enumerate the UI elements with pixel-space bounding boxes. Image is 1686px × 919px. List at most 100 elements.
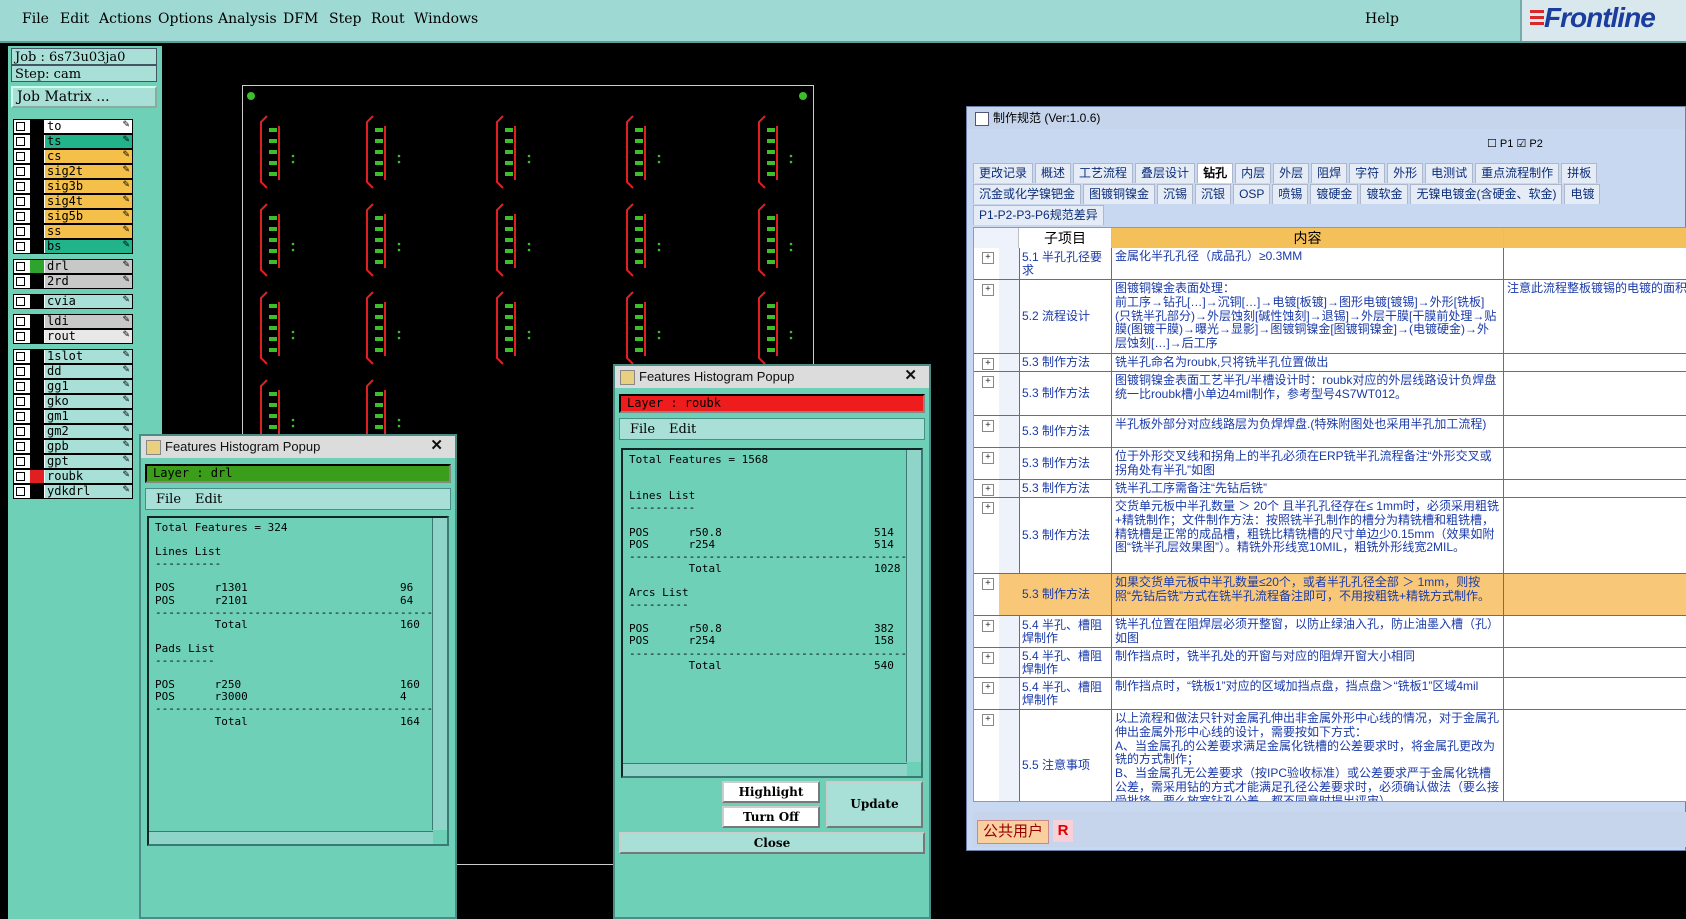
layer-checkbox[interactable] bbox=[16, 152, 25, 161]
layer-checkbox[interactable] bbox=[16, 277, 25, 286]
expand-icon[interactable]: + bbox=[982, 620, 994, 632]
layer-checkbox[interactable] bbox=[16, 242, 25, 251]
tab-tabs1-5[interactable]: 内层 bbox=[1235, 163, 1272, 183]
tab-tabs1-3[interactable]: 叠层设计 bbox=[1135, 163, 1196, 183]
layer-row-sig5b[interactable]: sig5b ✎ bbox=[13, 209, 133, 224]
close-icon[interactable]: ✕ bbox=[904, 366, 917, 384]
layer-row-ydkdrl[interactable]: ydkdrl ✎ bbox=[13, 484, 133, 499]
tab-tabs1-12[interactable]: 拼板 bbox=[1561, 163, 1598, 183]
layer-checkbox[interactable] bbox=[16, 137, 25, 146]
close-icon[interactable]: ✕ bbox=[430, 436, 443, 454]
layer-row-sig4t[interactable]: sig4t ✎ bbox=[13, 194, 133, 209]
menu-file[interactable]: File bbox=[630, 422, 655, 437]
expand-icon[interactable]: + bbox=[982, 578, 994, 590]
tab-tabs1-9[interactable]: 外形 bbox=[1387, 163, 1424, 183]
layer-row-gpt[interactable]: gpt ✎ bbox=[13, 454, 133, 469]
menu-dfm[interactable]: DFM bbox=[283, 11, 318, 27]
layer-row-1slot[interactable]: 1slot ✎ bbox=[13, 349, 133, 364]
layer-row-gm2[interactable]: gm2 ✎ bbox=[13, 424, 133, 439]
layer-row-gpb[interactable]: gpb ✎ bbox=[13, 439, 133, 454]
menu-edit[interactable]: Edit bbox=[669, 422, 696, 437]
layer-checkbox[interactable] bbox=[16, 397, 25, 406]
tab-tabs2-3[interactable]: 沉银 bbox=[1195, 184, 1232, 204]
layer-row-gm1[interactable]: gm1 ✎ bbox=[13, 409, 133, 424]
layer-row-gko[interactable]: gko ✎ bbox=[13, 394, 133, 409]
tab-tabs2-5[interactable]: 喷锡 bbox=[1272, 184, 1309, 204]
update-button[interactable]: Update bbox=[826, 781, 923, 828]
layer-checkbox[interactable] bbox=[16, 297, 25, 306]
menu-step[interactable]: Step bbox=[329, 11, 361, 27]
table-row[interactable]: +5.3 制作方法 半孔板外部分对应线路层为负焊焊盘.(特殊附图处也采用半孔加工流… bbox=[974, 416, 1686, 448]
tab-tabs1-6[interactable]: 外层 bbox=[1273, 163, 1310, 183]
expand-icon[interactable]: + bbox=[982, 376, 994, 388]
table-row[interactable]: +5.3 制作方法 图镀铜镍金表面工艺半孔/半槽设计时：roubk对应的外层线路设… bbox=[974, 372, 1686, 416]
layer-checkbox[interactable] bbox=[16, 457, 25, 466]
tab-tabs3-0[interactable]: P1-P2-P3-P6规范差异 bbox=[973, 205, 1104, 225]
tab-tabs2-4[interactable]: OSP bbox=[1233, 184, 1271, 204]
menu-help[interactable]: Help bbox=[1365, 11, 1399, 27]
expand-icon[interactable]: + bbox=[982, 484, 994, 496]
layer-checkbox[interactable] bbox=[16, 472, 25, 481]
turn-off-button[interactable]: Turn Off bbox=[722, 806, 820, 828]
tab-tabs1-0[interactable]: 更改记录 bbox=[973, 163, 1034, 183]
expand-icon[interactable]: + bbox=[982, 682, 994, 694]
close-button[interactable]: Close bbox=[619, 832, 925, 854]
layer-checkbox[interactable] bbox=[16, 367, 25, 376]
menu-actions[interactable]: Actions bbox=[99, 11, 152, 27]
table-row[interactable]: +5.3 制作方法 铣半孔工序需备注“先钻后铣” bbox=[974, 480, 1686, 498]
tab-tabs1-1[interactable]: 概述 bbox=[1035, 163, 1072, 183]
highlight-button[interactable]: Highlight bbox=[722, 781, 820, 803]
job-matrix-button[interactable]: Job Matrix ... bbox=[11, 86, 157, 108]
layer-row-ts[interactable]: ts ✎ bbox=[13, 134, 133, 149]
layer-checkbox[interactable] bbox=[16, 227, 25, 236]
layer-row-cvia[interactable]: cvia ✎ bbox=[13, 294, 133, 309]
p1-checkbox[interactable]: ☐ P1 bbox=[1487, 138, 1513, 150]
table-row[interactable]: +5.3 制作方法 位于外形交叉线和拐角上的半孔必须在ERP铣半孔流程备注“外形交… bbox=[974, 448, 1686, 480]
tab-tabs2-0[interactable]: 沉金或化学镍钯金 bbox=[973, 184, 1082, 204]
menu-options[interactable]: Options bbox=[158, 11, 213, 27]
layer-row-bs[interactable]: bs ✎ bbox=[13, 239, 133, 254]
layer-checkbox[interactable] bbox=[16, 122, 25, 131]
tab-tabs1-2[interactable]: 工艺流程 bbox=[1073, 163, 1134, 183]
layer-checkbox[interactable] bbox=[16, 182, 25, 191]
layer-row-to[interactable]: to ✎ bbox=[13, 119, 133, 134]
menu-rout[interactable]: Rout bbox=[371, 11, 405, 27]
layer-checkbox[interactable] bbox=[16, 412, 25, 421]
layer-row-sig2t[interactable]: sig2t ✎ bbox=[13, 164, 133, 179]
layer-checkbox[interactable] bbox=[16, 167, 25, 176]
expand-icon[interactable]: + bbox=[982, 502, 994, 514]
layer-row-ss[interactable]: ss ✎ bbox=[13, 224, 133, 239]
table-row[interactable]: +5.1 半孔孔径要求 金属化半孔孔径（成品孔）≥0.3MM bbox=[974, 248, 1686, 280]
tab-tabs1-10[interactable]: 电测试 bbox=[1425, 163, 1474, 183]
tab-tabs2-7[interactable]: 镀软金 bbox=[1360, 184, 1409, 204]
layer-row-gg1[interactable]: gg1 ✎ bbox=[13, 379, 133, 394]
tab-tabs2-9[interactable]: 电镀 bbox=[1564, 184, 1601, 204]
expand-icon[interactable]: + bbox=[982, 358, 994, 370]
layer-row-sig3b[interactable]: sig3b ✎ bbox=[13, 179, 133, 194]
tab-tabs2-1[interactable]: 图镀铜镍金 bbox=[1083, 184, 1156, 204]
expand-icon[interactable]: + bbox=[982, 420, 994, 432]
menu-windows[interactable]: Windows bbox=[414, 11, 478, 27]
layer-checkbox[interactable] bbox=[16, 212, 25, 221]
vertical-scrollbar[interactable] bbox=[432, 518, 447, 830]
horizontal-scrollbar[interactable] bbox=[623, 763, 907, 776]
menu-edit[interactable]: Edit bbox=[195, 492, 222, 507]
tab-tabs2-6[interactable]: 镀硬金 bbox=[1310, 184, 1359, 204]
expand-icon[interactable]: + bbox=[982, 652, 994, 664]
tab-tabs2-2[interactable]: 沉锡 bbox=[1157, 184, 1194, 204]
layer-checkbox[interactable] bbox=[16, 352, 25, 361]
layer-row-rout[interactable]: rout ✎ bbox=[13, 329, 133, 344]
layer-checkbox[interactable] bbox=[16, 262, 25, 271]
p2-checkbox[interactable]: ☑ P2 bbox=[1516, 138, 1542, 150]
layer-row-drl[interactable]: drl ✎ bbox=[13, 259, 133, 274]
table-row[interactable]: +5.3 制作方法 交货单元板中半孔数量 ＞ 20个 且半孔孔径存在≤ 1mm时，… bbox=[974, 498, 1686, 574]
layer-checkbox[interactable] bbox=[16, 317, 25, 326]
vertical-scrollbar[interactable] bbox=[906, 450, 921, 762]
expand-icon[interactable]: + bbox=[982, 714, 994, 726]
table-row[interactable]: +5.4 半孔、槽阻焊制作 铣半孔位置在阻焊层必须开整窗，以防止绿油入孔，防止油墨… bbox=[974, 616, 1686, 648]
tab-tabs1-8[interactable]: 字符 bbox=[1349, 163, 1386, 183]
horizontal-scrollbar[interactable] bbox=[149, 831, 433, 844]
tab-tabs1-4[interactable]: 钻孔 bbox=[1197, 163, 1234, 183]
table-row[interactable]: +5.3 制作方法 铣半孔命名为roubk,只将铣半孔位置做出 bbox=[974, 354, 1686, 372]
table-row[interactable]: +5.3 制作方法 如果交货单元板中半孔数量≤20个，或者半孔孔径全部 ＞ 1mm… bbox=[974, 574, 1686, 616]
